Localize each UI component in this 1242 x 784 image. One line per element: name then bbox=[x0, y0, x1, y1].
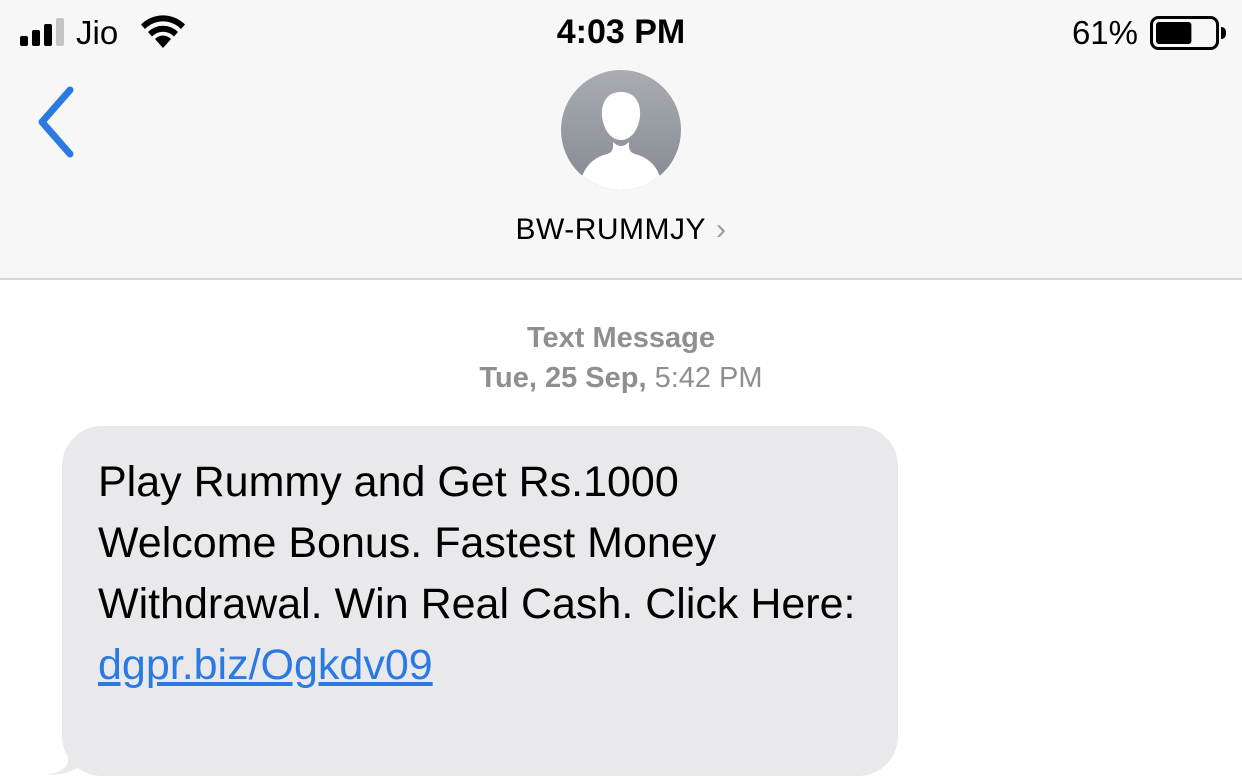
message-type-label: Text Message bbox=[526, 322, 716, 354]
message-time: 5:42 PM bbox=[654, 362, 763, 394]
chevron-right-icon: › bbox=[716, 213, 727, 246]
back-chevron-icon[interactable] bbox=[30, 84, 90, 160]
status-time: 4:03 PM bbox=[556, 13, 686, 51]
contact-name-button[interactable]: BW-RUMMJY › bbox=[0, 210, 1242, 250]
message-timestamp: Tue, 25 Sep, 5:42 PM bbox=[0, 360, 1242, 396]
messages-screen: Jio 4:03 PM 61% BW-RUMMJY › Text Message… bbox=[0, 0, 1242, 784]
person-silhouette-icon bbox=[579, 92, 663, 190]
battery-icon bbox=[1150, 16, 1226, 50]
contact-avatar[interactable] bbox=[561, 70, 681, 190]
message-date: Tue, 25 Sep, bbox=[479, 362, 647, 394]
message-text: Play Rummy and Get Rs.1000 Welcome Bonus… bbox=[98, 458, 856, 628]
conversation-header: Jio 4:03 PM 61% BW-RUMMJY › bbox=[0, 0, 1242, 280]
battery-percent: 61% bbox=[1071, 14, 1138, 51]
contact-name: BW-RUMMJY bbox=[515, 213, 707, 246]
message-link[interactable]: dgpr.biz/Ogkdv09 bbox=[98, 635, 433, 696]
incoming-message-bubble[interactable]: Play Rummy and Get Rs.1000 Welcome Bonus… bbox=[62, 426, 898, 776]
battery-fill bbox=[1156, 22, 1192, 44]
status-bar: Jio 4:03 PM 61% bbox=[0, 0, 1242, 66]
